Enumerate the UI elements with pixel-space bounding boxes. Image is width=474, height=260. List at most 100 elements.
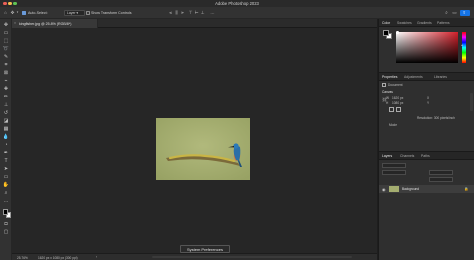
- fill-field[interactable]: [429, 177, 453, 182]
- bird-head: [233, 143, 239, 149]
- layer-filter-dropdown[interactable]: [382, 163, 406, 168]
- type-tool-icon[interactable]: T: [3, 158, 10, 165]
- status-bar: 25.76% 1620 px x 1080 px (300 ppi) ›: [12, 253, 377, 260]
- frame-tool-icon[interactable]: ⊠: [3, 70, 10, 77]
- properties-panel-tabs: Properties Adjustments Libraries: [379, 73, 474, 81]
- tab-libraries[interactable]: Libraries: [434, 75, 447, 79]
- color-panel-tabs: Color Swatches Gradients Patterns: [379, 19, 474, 27]
- lock-icon: 🔒: [464, 186, 469, 191]
- crop-tool-icon[interactable]: ⌗: [3, 62, 10, 69]
- color-foreground-swatch[interactable]: [383, 30, 389, 36]
- document-tab[interactable]: × kingfisher.jpg @ 25.8% (RGB/8*): [12, 19, 98, 28]
- width-value[interactable]: 1620 px: [392, 96, 403, 100]
- tab-patterns[interactable]: Patterns: [437, 21, 450, 25]
- align-bottom-icon[interactable]: ⊥: [200, 10, 205, 15]
- tab-channels[interactable]: Channels: [400, 154, 414, 158]
- horizontal-scrollbar[interactable]: [152, 256, 352, 259]
- screen-mode-icon[interactable]: ▢: [3, 229, 10, 236]
- artboard-tool-icon[interactable]: ▭: [3, 30, 10, 37]
- rectangle-tool-icon[interactable]: ▭: [3, 174, 10, 181]
- align-middle-icon[interactable]: ⊢: [194, 10, 199, 15]
- tab-color[interactable]: Color: [382, 21, 390, 25]
- healing-brush-tool-icon[interactable]: ✚: [3, 86, 10, 93]
- layers-panel: ◉ Background 🔒: [379, 160, 474, 260]
- orientation-landscape-icon[interactable]: [396, 107, 401, 112]
- align-left-icon[interactable]: ⫷: [168, 10, 173, 15]
- tab-adjustments[interactable]: Adjustments: [404, 75, 423, 79]
- layer-thumbnail: [389, 186, 399, 193]
- auto-select-checkbox[interactable]: [22, 11, 26, 15]
- tab-layers[interactable]: Layers: [382, 154, 392, 158]
- workspace-icon[interactable]: ▭: [452, 10, 457, 15]
- quick-selection-tool-icon[interactable]: ✎: [3, 54, 10, 61]
- properties-scrollbar[interactable]: [470, 93, 473, 111]
- more-options-icon[interactable]: …: [210, 10, 215, 15]
- properties-panel: Document Canvas W 1620 px X H 1080 px Y …: [379, 81, 474, 151]
- color-panel: ◂: [379, 27, 474, 72]
- move-tool-icon[interactable]: ✥: [3, 22, 10, 29]
- tab-swatches[interactable]: Swatches: [397, 21, 412, 25]
- close-tab-icon[interactable]: ×: [14, 21, 16, 25]
- dock-tooltip: System Preferences: [180, 245, 230, 253]
- app-title: Adobe Photoshop 2023: [215, 1, 259, 7]
- link-icon[interactable]: ⛓: [382, 97, 387, 102]
- tab-properties[interactable]: Properties: [382, 75, 397, 79]
- dodge-tool-icon[interactable]: ◔: [3, 142, 10, 149]
- blend-mode-dropdown[interactable]: [382, 170, 406, 175]
- eyedropper-tool-icon[interactable]: ⌁: [3, 78, 10, 85]
- marquee-tool-icon[interactable]: ⬚: [3, 38, 10, 45]
- align-top-icon[interactable]: ⊤: [188, 10, 193, 15]
- status-expand-icon[interactable]: ›: [96, 255, 97, 259]
- document-tab-label: kingfisher.jpg @ 25.8% (RGB/8*): [19, 21, 72, 26]
- right-panels: Color Swatches Gradients Patterns ◂ Prop…: [378, 19, 474, 260]
- pen-tool-icon[interactable]: ✒: [3, 150, 10, 157]
- brush-tool-icon[interactable]: ✏: [3, 94, 10, 101]
- document-size[interactable]: 1620 px x 1080 px (300 ppi): [38, 256, 78, 260]
- gradient-tool-icon[interactable]: ▦: [3, 126, 10, 133]
- align-center-icon[interactable]: ⫼: [174, 10, 179, 15]
- resolution-label: Resolution: 300 pixels/inch: [417, 116, 455, 120]
- align-right-icon[interactable]: ⫸: [180, 10, 185, 15]
- path-selection-tool-icon[interactable]: ➤: [3, 166, 10, 173]
- saturation-brightness-field[interactable]: [396, 32, 458, 63]
- home-icon[interactable]: ⌂: [3, 10, 8, 15]
- layers-panel-tabs: Layers Channels Paths: [379, 152, 474, 160]
- zoom-tool-icon[interactable]: ⌕: [3, 190, 10, 197]
- blur-tool-icon[interactable]: 💧: [3, 134, 10, 141]
- eraser-tool-icon[interactable]: ◪: [3, 118, 10, 125]
- layer-row[interactable]: ◉ Background 🔒: [379, 185, 474, 193]
- height-value[interactable]: 1080 px: [392, 101, 403, 105]
- eye-icon[interactable]: ◉: [382, 187, 386, 192]
- properties-document-label: Document: [388, 83, 403, 88]
- clone-stamp-tool-icon[interactable]: ⊥: [3, 102, 10, 109]
- search-icon[interactable]: ⌕: [444, 10, 449, 15]
- document-canvas-image[interactable]: [156, 118, 250, 180]
- tools-panel: ✥ ▭ ⬚ ➰ ✎ ⌗ ⊠ ⌁ ✚ ✏ ⊥ ↺ ◪ ▦ 💧 ◔ ✒ T ➤ ▭ …: [0, 19, 12, 260]
- show-transform-label: Show Transform Controls: [91, 10, 132, 15]
- lasso-tool-icon[interactable]: ➰: [3, 46, 10, 53]
- options-bar: ⌂ ✥ ▾ Auto-Select: Layer ▾ Show Transfor…: [0, 7, 474, 19]
- title-bar: Adobe Photoshop 2023: [0, 0, 474, 7]
- history-brush-tool-icon[interactable]: ↺: [3, 110, 10, 117]
- auto-select-target-dropdown[interactable]: Layer ▾: [64, 10, 85, 16]
- tab-paths[interactable]: Paths: [421, 154, 430, 158]
- tab-gradients[interactable]: Gradients: [417, 21, 432, 25]
- more-tools-icon[interactable]: …: [3, 198, 10, 205]
- hue-slider[interactable]: [462, 32, 466, 63]
- share-button[interactable]: ⇪: [460, 10, 470, 16]
- hand-tool-icon[interactable]: ✋: [3, 182, 10, 189]
- color-picker-handle[interactable]: [396, 31, 399, 34]
- zoom-level[interactable]: 25.76%: [17, 256, 28, 260]
- hue-slider-handle[interactable]: ◂: [461, 43, 463, 47]
- show-transform-checkbox[interactable]: [86, 11, 90, 15]
- share-icon: ⇪: [462, 10, 467, 16]
- opacity-field[interactable]: [429, 170, 453, 175]
- auto-select-label: Auto-Select:: [28, 10, 48, 15]
- chevron-down-icon[interactable]: ▾: [15, 10, 20, 15]
- dropdown-value: Layer: [67, 11, 76, 15]
- orientation-portrait-icon[interactable]: [389, 107, 394, 112]
- foreground-color-swatch[interactable]: [2, 209, 8, 215]
- x-label: X: [427, 95, 430, 100]
- canvas-heading: Canvas: [382, 90, 393, 94]
- quick-mask-icon[interactable]: ◘: [3, 221, 10, 228]
